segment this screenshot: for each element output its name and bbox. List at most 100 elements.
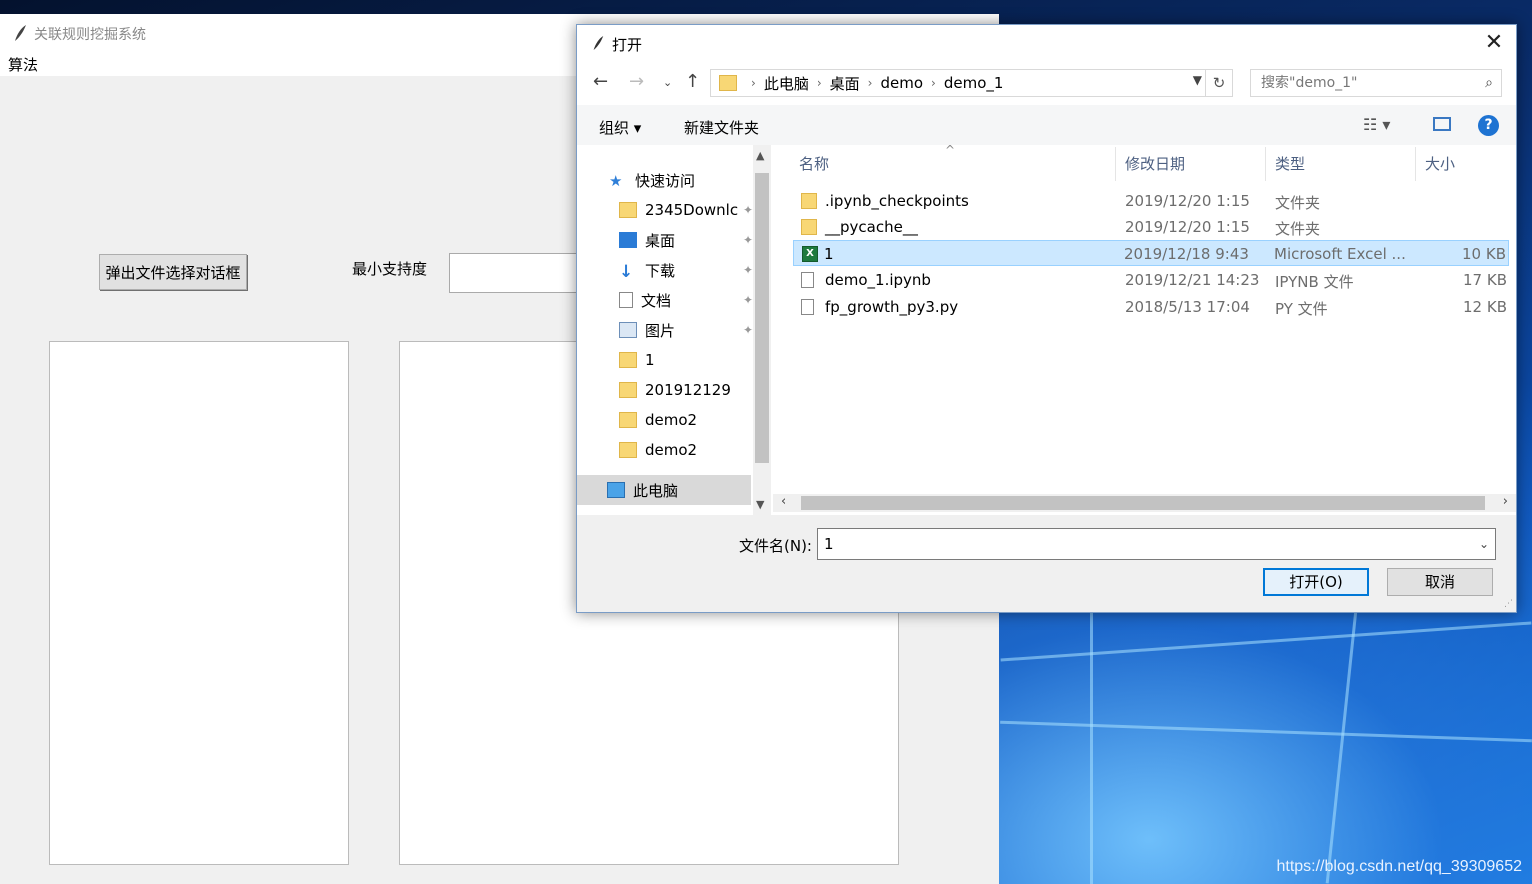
menu-algorithm[interactable]: 算法 (8, 54, 38, 75)
scrollbar-thumb[interactable] (801, 496, 1485, 510)
file-name: demo_1.ipynb (825, 271, 931, 289)
sidebar-item-demo2[interactable]: demo2 (619, 435, 799, 465)
filename-input[interactable]: 1 ⌄ (817, 528, 1496, 560)
chevron-right-icon: › (816, 76, 822, 90)
search-input[interactable]: 搜索"demo_1" ⌕ (1250, 69, 1502, 97)
file-type: 文件夹 (1275, 220, 1321, 238)
dialog-title: 打开 (612, 36, 643, 54)
file-size: 17 KB (1463, 271, 1507, 289)
dialog-toolbar: 组织 ▾ 新建文件夹 ☷ ▾ ? (577, 105, 1516, 145)
column-divider[interactable] (1115, 147, 1116, 181)
file-row-selected[interactable]: X 1 2019/12/18 9:43 Microsoft Excel ... … (793, 240, 1509, 266)
column-type-header[interactable]: 类型 (1275, 153, 1305, 174)
navigation-pane: ★ 快速访问 2345Downlc ✦ 桌面 ✦ ↓ 下载 ✦ 文档 ✦ 图片 … (577, 145, 773, 515)
up-arrow-icon[interactable]: ↑ (685, 71, 700, 92)
preview-pane-icon[interactable] (1433, 117, 1451, 131)
refresh-icon[interactable]: ↻ (1205, 70, 1232, 96)
column-size-header[interactable]: 大小 (1425, 153, 1455, 174)
scroll-right-icon[interactable]: › (1503, 494, 1508, 509)
column-date-header[interactable]: 修改日期 (1125, 153, 1185, 174)
search-placeholder: 搜索"demo_1" (1261, 75, 1358, 91)
file-row[interactable]: __pycache__ 2019/12/20 1:15 文件夹 (793, 214, 1509, 240)
sidebar-item-201912129[interactable]: 201912129 (619, 375, 799, 405)
file-list-scrollbar[interactable]: ‹ › (773, 494, 1516, 512)
breadcrumb-this-pc[interactable]: 此电脑 (764, 73, 809, 94)
folder-icon (619, 442, 637, 458)
file-name: .ipynb_checkpoints (825, 192, 969, 210)
file-date: 2019/12/20 1:15 (1125, 192, 1250, 210)
scroll-left-icon[interactable]: ‹ (781, 494, 786, 509)
file-type: IPYNB 文件 (1275, 273, 1354, 291)
sidebar-item-label: 文档 (641, 291, 672, 310)
file-type: PY 文件 (1275, 300, 1328, 318)
navigation-scrollbar[interactable]: ▲ ▼ (753, 145, 771, 515)
filename-label: 文件名(N): (739, 537, 812, 555)
sidebar-item-label: 图片 (645, 321, 676, 340)
address-dropdown-icon[interactable]: ▼ (1193, 73, 1202, 87)
min-support-input[interactable] (449, 253, 589, 293)
sidebar-item-demo2[interactable]: demo2 (619, 405, 799, 435)
forward-arrow-icon[interactable]: → (629, 71, 644, 92)
min-support-label: 最小支持度 (352, 260, 428, 278)
column-divider[interactable] (1415, 147, 1416, 181)
cancel-button[interactable]: 取消 (1387, 568, 1493, 596)
address-bar[interactable]: › 此电脑 › 桌面 › demo › demo_1 ▼ ↻ (710, 69, 1233, 97)
sidebar-item-documents[interactable]: 文档 ✦ (619, 285, 753, 315)
pin-icon: ✦ (742, 293, 753, 307)
sidebar-item-2345downloads[interactable]: 2345Downlc ✦ (619, 195, 753, 225)
sidebar-item-label: 201912129 (645, 381, 731, 399)
sidebar-item-desktop[interactable]: 桌面 ✦ (619, 225, 753, 255)
open-file-dialog: 打开 ✕ ← → ⌄ ↑ › 此电脑 › 桌面 › demo › demo_1 … (576, 24, 1517, 613)
file-row[interactable]: demo_1.ipynb 2019/12/21 14:23 IPYNB 文件 1… (793, 267, 1509, 293)
sidebar-item-this-pc[interactable]: 此电脑 (577, 475, 751, 505)
folder-icon (619, 382, 637, 398)
desktop-icon (619, 232, 637, 248)
open-button[interactable]: 打开(O) (1263, 568, 1369, 596)
sidebar-item-downloads[interactable]: ↓ 下载 ✦ (619, 255, 753, 285)
column-divider[interactable] (1265, 147, 1266, 181)
filename-value: 1 (824, 535, 834, 553)
scrollbar-thumb[interactable] (755, 173, 769, 463)
file-name: __pycache__ (825, 218, 918, 236)
chevron-right-icon: › (931, 76, 936, 90)
breadcrumb-desktop[interactable]: 桌面 (830, 73, 860, 94)
column-name-header[interactable]: 名称 (799, 153, 829, 174)
recent-locations-chevron-icon[interactable]: ⌄ (663, 76, 672, 89)
file-row[interactable]: fp_growth_py3.py 2018/5/13 17:04 PY 文件 1… (793, 294, 1509, 320)
sidebar-item-folder-1[interactable]: 1 (619, 345, 799, 375)
download-arrow-icon: ↓ (619, 262, 634, 282)
scroll-up-icon[interactable]: ▲ (756, 149, 764, 162)
main-window-title: 关联规则挖掘系统 (34, 27, 146, 43)
file-date: 2019/12/21 14:23 (1125, 271, 1260, 289)
folder-icon (619, 412, 637, 428)
breadcrumb-demo[interactable]: demo (880, 74, 923, 92)
chevron-down-icon[interactable]: ⌄ (1479, 529, 1489, 559)
sidebar-item-label: 桌面 (645, 231, 676, 250)
sidebar-item-label: demo2 (645, 411, 698, 429)
sidebar-item-label: 此电脑 (633, 481, 679, 500)
folder-icon (719, 75, 737, 91)
scroll-down-icon[interactable]: ▼ (756, 498, 764, 511)
organize-menu-button[interactable]: 组织 ▾ (599, 117, 641, 138)
close-icon[interactable]: ✕ (1472, 25, 1516, 61)
pin-icon: ✦ (742, 323, 753, 337)
sidebar-item-pictures[interactable]: 图片 ✦ (619, 315, 753, 345)
new-folder-button[interactable]: 新建文件夹 (684, 117, 759, 138)
breadcrumb-demo-1[interactable]: demo_1 (944, 74, 1004, 92)
sidebar-item-label: 2345Downlc (645, 201, 739, 219)
change-view-icon[interactable]: ☷ ▾ (1363, 115, 1390, 134)
help-icon[interactable]: ? (1478, 115, 1499, 136)
back-arrow-icon[interactable]: ← (593, 71, 608, 92)
select-file-button[interactable]: 弹出文件选择对话框 (99, 254, 247, 290)
file-list: 名称 ^ 修改日期 类型 大小 .ipynb_checkpoints 2019/… (773, 143, 1516, 515)
file-row[interactable]: .ipynb_checkpoints 2019/12/20 1:15 文件夹 (793, 188, 1509, 214)
document-icon (619, 292, 633, 308)
watermark-text: https://blog.csdn.net/qq_39309652 (1276, 858, 1522, 875)
file-date: 2018/5/13 17:04 (1125, 298, 1250, 316)
search-icon[interactable]: ⌕ (1485, 70, 1493, 96)
document-icon (801, 272, 814, 288)
resize-grip-icon[interactable]: ⋰ (1504, 599, 1513, 609)
pin-icon: ✦ (742, 233, 753, 247)
chevron-right-icon: › (751, 76, 756, 90)
left-text-area[interactable] (49, 341, 349, 865)
